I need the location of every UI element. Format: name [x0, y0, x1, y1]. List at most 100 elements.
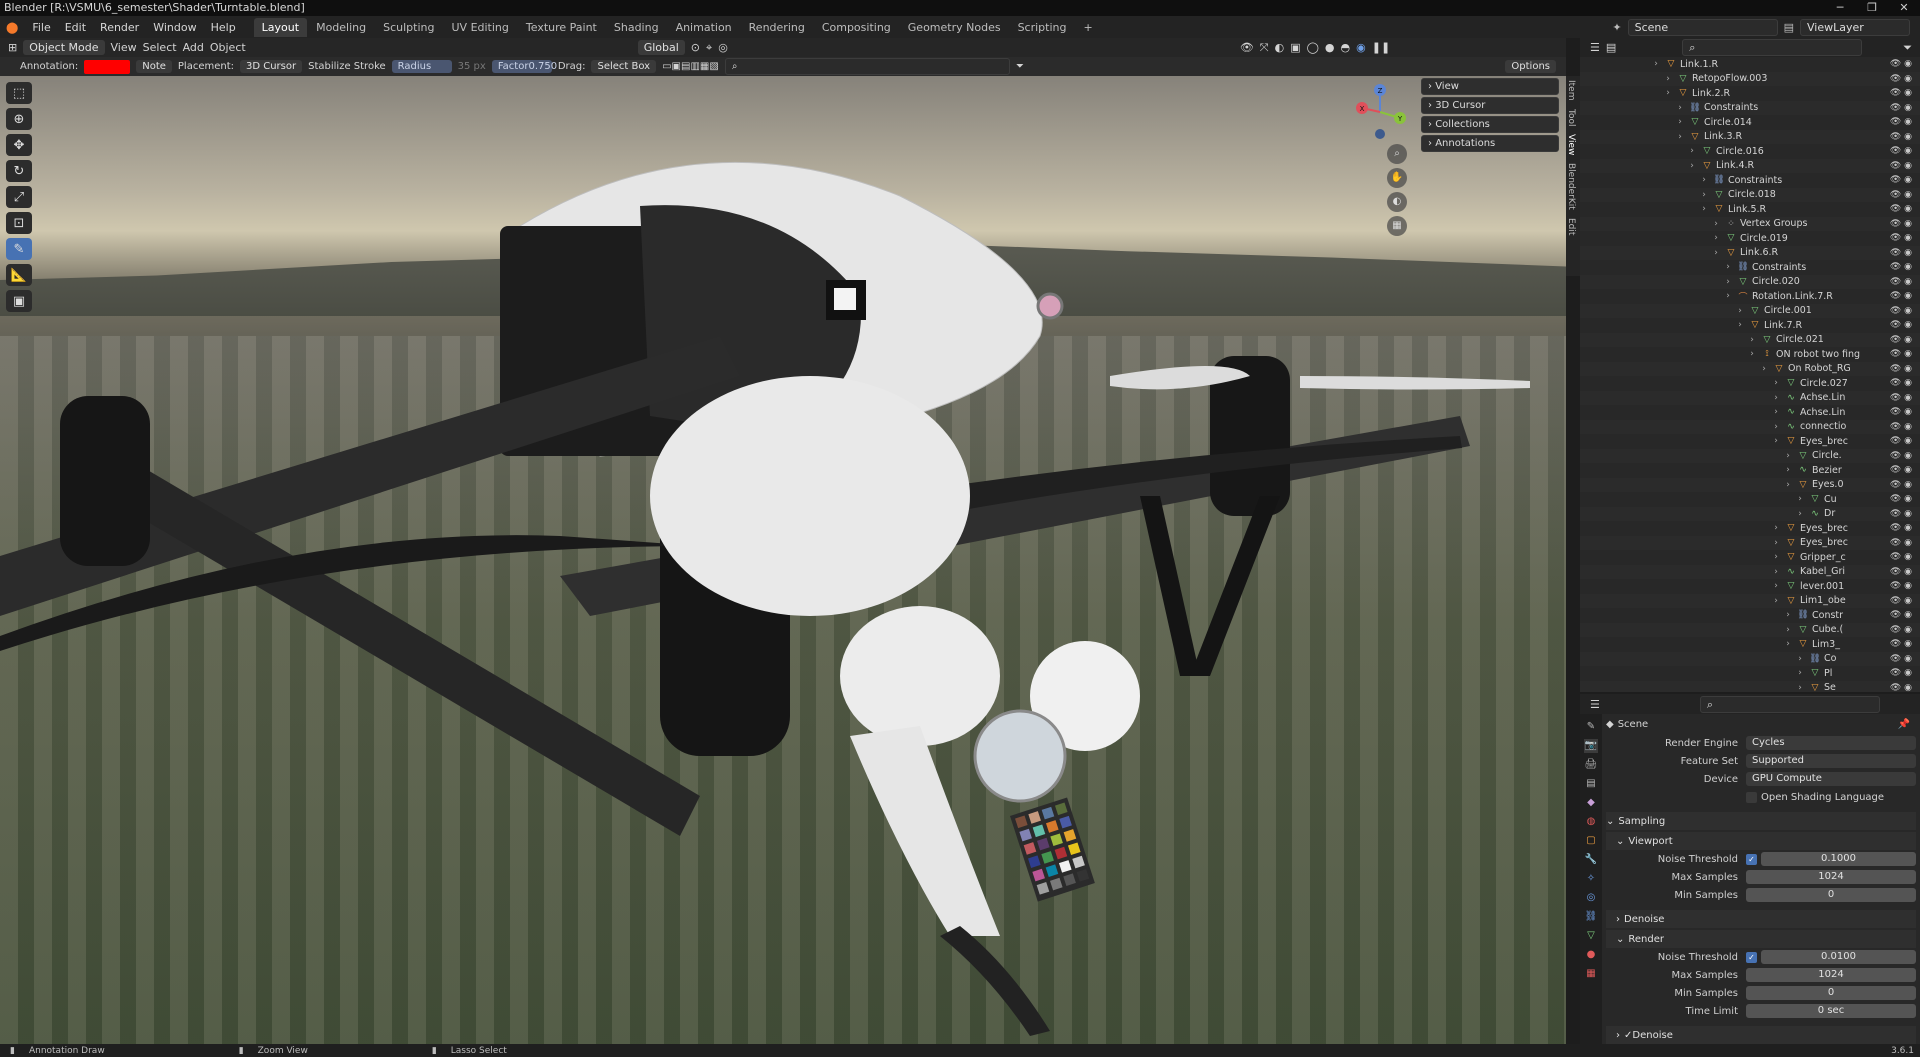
proportional-edit-icon[interactable]: ◎: [718, 41, 728, 54]
disclosure-triangle-icon[interactable]: ›: [1770, 393, 1782, 403]
visibility-toggle-icon[interactable]: 👁 ◉: [1890, 538, 1912, 548]
disclosure-triangle-icon[interactable]: ›: [1770, 552, 1782, 562]
outliner-row[interactable]: › ▽ Eyes_brec 👁 ◉: [1580, 521, 1920, 536]
disclosure-triangle-icon[interactable]: ›: [1782, 480, 1794, 490]
visibility-toggle-icon[interactable]: 👁 ◉: [1890, 465, 1912, 475]
vp-denoise-header[interactable]: › Denoise: [1606, 910, 1916, 928]
disclosure-triangle-icon[interactable]: ›: [1794, 494, 1806, 504]
outliner-row[interactable]: › ▽ Circle.014 👁 ◉: [1580, 115, 1920, 130]
outliner-row[interactable]: › ▽ Link.3.R 👁 ◉: [1580, 129, 1920, 144]
maximize-icon[interactable]: ❐: [1856, 0, 1888, 16]
visibility-toggle-icon[interactable]: 👁 ◉: [1890, 596, 1912, 606]
disclosure-triangle-icon[interactable]: ›: [1794, 668, 1806, 678]
visibility-toggle-icon[interactable]: 👁 ◉: [1890, 451, 1912, 461]
mode-dropdown[interactable]: Object Mode: [23, 40, 105, 55]
r-noise-checkbox[interactable]: ✓: [1746, 951, 1757, 963]
outliner-row[interactable]: › ⛓ Constr 👁 ◉: [1580, 608, 1920, 623]
visibility-toggle-icon[interactable]: 👁 ◉: [1890, 88, 1912, 98]
world-tab-icon[interactable]: ◍: [1584, 815, 1598, 829]
properties-search-input[interactable]: ⌕: [1699, 695, 1880, 713]
selectable-icons[interactable]: ▭▣▤▥▦▧: [662, 61, 719, 72]
visibility-toggle-icon[interactable]: 👁 ◉: [1890, 639, 1912, 649]
outliner-row[interactable]: › ▽ Gripper_c 👁 ◉: [1580, 550, 1920, 565]
visibility-toggle-icon[interactable]: 👁 ◉: [1890, 277, 1912, 287]
disclosure-triangle-icon[interactable]: ›: [1770, 538, 1782, 548]
visibility-toggle-icon[interactable]: 👁 ◉: [1890, 219, 1912, 229]
menu-add[interactable]: Add: [183, 41, 204, 54]
visibility-toggle-icon[interactable]: 👁 ◉: [1890, 117, 1912, 127]
menu-edit[interactable]: Edit: [59, 21, 92, 34]
outliner-row[interactable]: › ▽ On Robot_RG 👁 ◉: [1580, 361, 1920, 376]
disclosure-triangle-icon[interactable]: ›: [1686, 146, 1698, 156]
npanel-section-collections[interactable]: › Collections: [1421, 116, 1559, 133]
visibility-toggle-icon[interactable]: 👁 ◉: [1890, 494, 1912, 504]
disclosure-triangle-icon[interactable]: ›: [1782, 610, 1794, 620]
visibility-toggle-icon[interactable]: 👁 ◉: [1890, 364, 1912, 374]
snap-icon[interactable]: ⌖: [706, 41, 712, 55]
r-min-field[interactable]: 0: [1746, 986, 1916, 1000]
xray-icon[interactable]: ▣: [1290, 41, 1300, 54]
visibility-toggle-icon[interactable]: 👁 ◉: [1890, 393, 1912, 403]
render-subpanel-header[interactable]: ⌄ Render: [1606, 930, 1916, 948]
vp-noise-field[interactable]: 0.1000: [1761, 852, 1916, 866]
move-tool-icon[interactable]: ✥: [6, 134, 32, 156]
outliner-search-input[interactable]: ⌕: [1682, 39, 1863, 56]
shading-wireframe-icon[interactable]: ◯: [1307, 41, 1319, 54]
outliner-row[interactable]: › ▽ lever.001 👁 ◉: [1580, 579, 1920, 594]
menu-window[interactable]: Window: [147, 21, 202, 34]
blender-logo-icon[interactable]: ⬤: [0, 21, 24, 34]
npanel-section-view[interactable]: › View: [1421, 78, 1559, 95]
disclosure-triangle-icon[interactable]: ›: [1650, 59, 1662, 69]
disclosure-triangle-icon[interactable]: ›: [1746, 335, 1758, 345]
outliner-row[interactable]: › ▽ Circle.016 👁 ◉: [1580, 144, 1920, 159]
texture-tab-icon[interactable]: ▦: [1584, 967, 1598, 981]
disclosure-triangle-icon[interactable]: ›: [1734, 306, 1746, 316]
outliner-row[interactable]: › ⛓ Co 👁 ◉: [1580, 651, 1920, 666]
tab-shading[interactable]: Shading: [606, 18, 667, 37]
visibility-toggle-icon[interactable]: 👁 ◉: [1890, 625, 1912, 635]
render-tab-icon[interactable]: 📷: [1584, 739, 1598, 753]
factor-slider[interactable]: Factor 0.750: [491, 60, 557, 73]
visibility-toggle-icon[interactable]: 👁 ◉: [1890, 204, 1912, 214]
disclosure-triangle-icon[interactable]: ›: [1662, 74, 1674, 84]
visibility-toggle-icon[interactable]: 👁 ◉: [1890, 581, 1912, 591]
menu-view[interactable]: View: [111, 41, 137, 54]
outliner-row[interactable]: › ▽ Link.5.R 👁 ◉: [1580, 202, 1920, 217]
tab-sculpting[interactable]: Sculpting: [375, 18, 442, 37]
transform-tool-icon[interactable]: ⊡: [6, 212, 32, 234]
tab-texture-paint[interactable]: Texture Paint: [518, 18, 605, 37]
disclosure-triangle-icon[interactable]: ›: [1782, 639, 1794, 649]
cursor-tool-icon[interactable]: ⊕: [6, 108, 32, 130]
disclosure-triangle-icon[interactable]: ›: [1770, 378, 1782, 388]
outliner-row[interactable]: › ▽ Cu 👁 ◉: [1580, 492, 1920, 507]
tab-modeling[interactable]: Modeling: [308, 18, 374, 37]
outliner-row[interactable]: › ∿ Achse.Lin 👁 ◉: [1580, 405, 1920, 420]
tab-uv-editing[interactable]: UV Editing: [444, 18, 517, 37]
outliner-row[interactable]: › ⁘ Vertex Groups 👁 ◉: [1580, 216, 1920, 231]
tab-layout[interactable]: Layout: [253, 17, 308, 37]
npanel-section-annotations[interactable]: › Annotations: [1421, 135, 1559, 152]
visibility-toggle-icon[interactable]: 👁 ◉: [1890, 161, 1912, 171]
placement-dropdown[interactable]: 3D Cursor: [240, 60, 303, 73]
disclosure-triangle-icon[interactable]: ›: [1770, 436, 1782, 446]
disclosure-triangle-icon[interactable]: ›: [1746, 349, 1758, 359]
r-noise-field[interactable]: 0.0100: [1761, 950, 1916, 964]
particles-tab-icon[interactable]: ✧: [1584, 872, 1598, 886]
zoom-icon[interactable]: ⌕: [1387, 144, 1407, 164]
visibility-toggle-icon[interactable]: 👁 ◉: [1890, 248, 1912, 258]
viewport-subpanel-header[interactable]: ⌄ Viewport: [1606, 832, 1916, 850]
r-denoise-checkbox[interactable]: ✓: [1624, 1030, 1632, 1041]
tab-animation[interactable]: Animation: [668, 18, 740, 37]
visibility-toggle-icon[interactable]: 👁 ◉: [1890, 523, 1912, 533]
vp-min-field[interactable]: 0: [1746, 888, 1916, 902]
npanel-section-3d-cursor[interactable]: › 3D Cursor: [1421, 97, 1559, 114]
pause-icon[interactable]: ❚❚: [1372, 41, 1390, 54]
overlay-toggle-icon[interactable]: ◐: [1275, 41, 1285, 54]
measure-tool-icon[interactable]: 📐: [6, 264, 32, 286]
physics-tab-icon[interactable]: ◎: [1584, 891, 1598, 905]
outliner-row[interactable]: › ▽ Pl 👁 ◉: [1580, 666, 1920, 681]
stabilize-stroke-toggle[interactable]: Stabilize Stroke: [308, 61, 386, 72]
disclosure-triangle-icon[interactable]: ›: [1770, 596, 1782, 606]
outliner-row[interactable]: › ▽ Eyes_brec 👁 ◉: [1580, 434, 1920, 449]
annotate-tool-icon[interactable]: ✎: [6, 238, 32, 260]
